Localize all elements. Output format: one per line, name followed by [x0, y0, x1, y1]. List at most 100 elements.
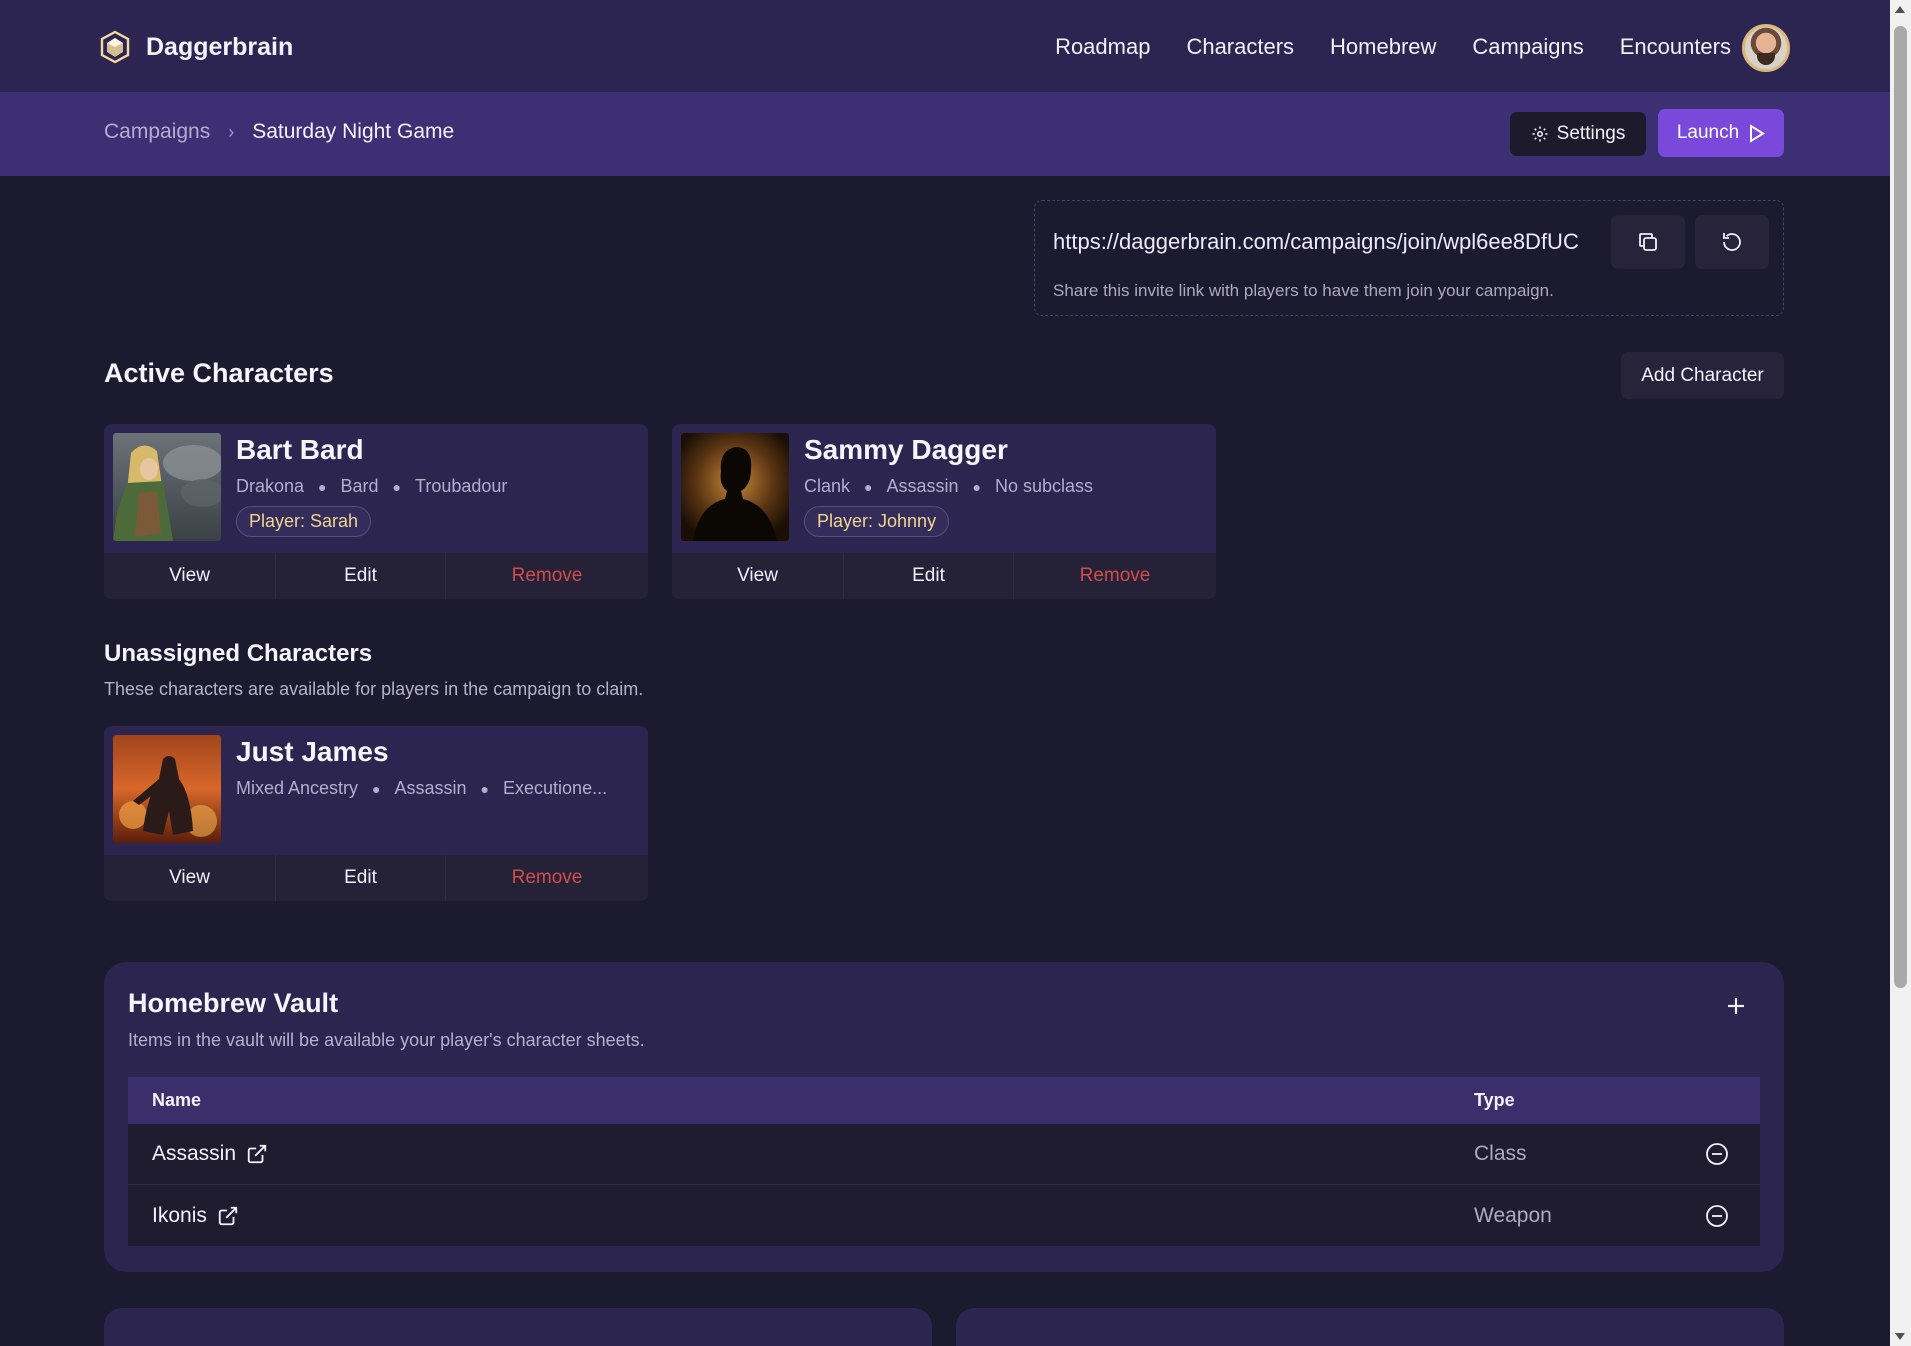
invite-link-box: https://daggerbrain.com/campaigns/join/w…	[1034, 200, 1784, 316]
player-badge: Player: Johnny	[804, 506, 950, 537]
table-row: Ikonis Weapon	[128, 1185, 1760, 1246]
separator-dot: ●	[864, 478, 873, 495]
character-meta: Mixed Ancestry ● Assassin ● Executione..…	[236, 778, 607, 799]
homebrew-vault-panel: Homebrew Vault Items in the vault will b…	[104, 962, 1784, 1272]
character-card: Bart Bard Drakona ● Bard ● Troubadour Pl…	[104, 424, 648, 599]
refresh-icon	[1723, 233, 1741, 251]
brand-name: Daggerbrain	[146, 32, 294, 61]
scrollbar-thumb[interactable]	[1894, 26, 1907, 988]
edit-button[interactable]: Edit	[844, 553, 1014, 599]
breadcrumb-current: Saturday Night Game	[252, 120, 455, 143]
character-subclass: Executione...	[503, 778, 608, 798]
character-name: Just James	[236, 736, 389, 767]
page-scrollbar[interactable]	[1890, 0, 1911, 1346]
column-name: Name	[152, 1090, 202, 1110]
character-ancestry: Clank	[804, 476, 851, 496]
separator-dot: ●	[972, 478, 981, 495]
card-actions: View Edit Remove	[104, 553, 648, 599]
vault-desc: Items in the vault will be available you…	[128, 1030, 645, 1050]
nav-characters[interactable]: Characters	[1186, 34, 1294, 60]
user-avatar[interactable]	[1742, 24, 1790, 72]
character-name: Sammy Dagger	[804, 434, 1008, 465]
item-name-cell: Ikonis	[128, 1204, 1474, 1228]
unassigned-characters-title: Unassigned Characters	[104, 640, 373, 667]
nav-homebrew[interactable]: Homebrew	[1330, 34, 1436, 60]
item-name-cell: Assassin	[128, 1142, 1474, 1166]
character-card: Sammy Dagger Clank ● Assassin ● No subcl…	[672, 424, 1216, 599]
vault-title: Homebrew Vault	[128, 988, 339, 1018]
item-type: Weapon	[1474, 1203, 1552, 1227]
table-row: Assassin Class	[128, 1124, 1760, 1185]
remove-button[interactable]: Remove	[446, 855, 648, 901]
nav-roadmap[interactable]: Roadmap	[1055, 34, 1150, 60]
view-button[interactable]: View	[104, 553, 276, 599]
character-ancestry: Drakona	[236, 476, 305, 496]
unassigned-characters-desc: These characters are available for playe…	[104, 679, 644, 699]
launch-button[interactable]: Launch	[1658, 109, 1784, 157]
view-button[interactable]: View	[672, 553, 844, 599]
scroll-down-icon[interactable]	[1895, 1333, 1905, 1340]
character-class: Bard	[340, 476, 379, 496]
external-link-icon[interactable]	[217, 1205, 239, 1227]
item-type: Class	[1474, 1142, 1527, 1165]
active-characters-title: Active Characters	[104, 358, 334, 388]
character-class: Assassin	[394, 778, 467, 798]
column-type: Type	[1474, 1090, 1515, 1110]
item-name-link[interactable]: Assassin	[152, 1142, 236, 1166]
breadcrumb: Campaigns › Saturday Night Game	[104, 120, 454, 144]
settings-button[interactable]: Settings	[1510, 112, 1646, 156]
invite-url[interactable]: https://daggerbrain.com/campaigns/join/w…	[1053, 229, 1593, 255]
character-meta: Clank ● Assassin ● No subclass	[804, 476, 1093, 497]
launch-label: Launch	[1676, 122, 1740, 143]
chevron-right-icon: ›	[228, 121, 235, 142]
separator-dot: ●	[480, 780, 490, 797]
remove-item-button[interactable]	[1674, 1142, 1760, 1166]
character-subclass: Troubadour	[415, 476, 508, 496]
character-card: Just James Mixed Ancestry ● Assassin ● E…	[104, 726, 648, 901]
public-notes-panel	[104, 1308, 932, 1346]
remove-button[interactable]: Remove	[446, 553, 648, 599]
gear-icon	[1532, 126, 1548, 142]
breadcrumb-campaigns[interactable]: Campaigns	[104, 120, 210, 144]
vault-table: Name Type Assassin Class Ikonis Weapon	[128, 1077, 1760, 1246]
separator-dot: ●	[318, 478, 327, 495]
card-actions: View Edit Remove	[672, 553, 1216, 599]
table-header: Name Type	[128, 1077, 1760, 1124]
view-button[interactable]: View	[104, 855, 276, 901]
edit-button[interactable]: Edit	[276, 855, 446, 901]
character-class: Assassin	[886, 476, 959, 496]
regenerate-link-button[interactable]	[1695, 215, 1769, 269]
character-portrait	[113, 433, 221, 541]
character-portrait	[681, 433, 789, 541]
separator-dot: ●	[392, 478, 402, 495]
card-actions: View Edit Remove	[104, 855, 648, 901]
player-badge: Player: Sarah	[236, 506, 372, 537]
minus-circle-icon	[1706, 1143, 1728, 1165]
nav-encounters[interactable]: Encounters	[1620, 34, 1731, 60]
item-name-link[interactable]: Ikonis	[152, 1204, 207, 1228]
character-subclass: No subclass	[995, 476, 1094, 496]
copy-link-button[interactable]	[1611, 215, 1685, 269]
scroll-up-icon[interactable]	[1895, 6, 1905, 13]
plus-icon[interactable]	[1722, 992, 1750, 1020]
external-link-icon[interactable]	[246, 1143, 268, 1165]
character-name: Bart Bard	[236, 434, 364, 465]
add-character-button[interactable]: Add Character	[1621, 352, 1784, 399]
character-meta: Drakona ● Bard ● Troubadour	[236, 476, 507, 497]
edit-button[interactable]: Edit	[276, 553, 446, 599]
nav-campaigns[interactable]: Campaigns	[1472, 34, 1583, 60]
remove-button[interactable]: Remove	[1014, 553, 1216, 599]
play-icon	[1750, 123, 1766, 143]
copy-icon	[1639, 233, 1657, 251]
character-ancestry: Mixed Ancestry	[236, 778, 359, 798]
private-notes-panel	[956, 1308, 1784, 1346]
brand-link[interactable]: Daggerbrain	[98, 30, 293, 64]
separator-dot: ●	[372, 780, 381, 797]
invite-note: Share this invite link with players to h…	[1053, 281, 1554, 300]
main-nav: Roadmap Characters Homebrew Campaigns En…	[1055, 34, 1731, 60]
daggerbrain-logo-icon	[100, 30, 130, 64]
minus-circle-icon	[1706, 1204, 1728, 1227]
settings-label: Settings	[1556, 123, 1626, 144]
remove-item-button[interactable]	[1674, 1204, 1760, 1228]
character-portrait	[113, 735, 221, 843]
